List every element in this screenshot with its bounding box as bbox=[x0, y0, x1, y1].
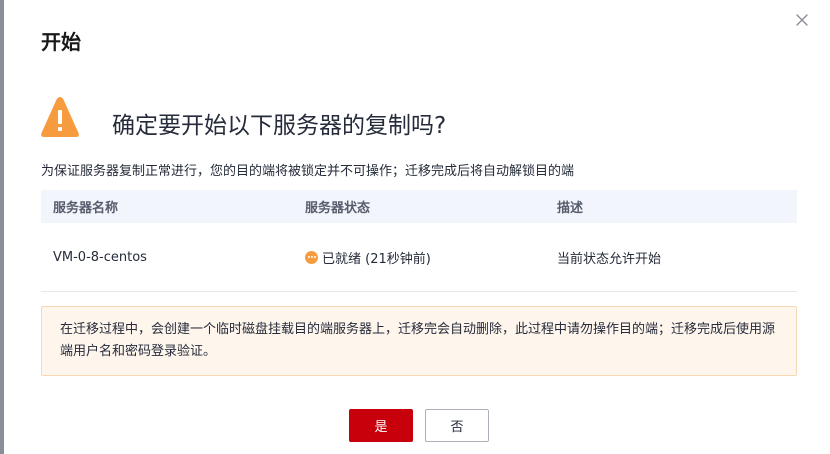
start-replication-dialog: 开始 确定要开始以下服务器的复制吗? 为保证服务器复制正常进行，您的目的端将被锁… bbox=[0, 0, 830, 454]
dialog-title: 开始 bbox=[41, 30, 81, 54]
table-header: 服务器名称 服务器状态 描述 bbox=[41, 190, 797, 223]
column-header-status: 服务器状态 bbox=[305, 201, 371, 216]
background-edge bbox=[0, 0, 4, 454]
status-pending-icon bbox=[305, 250, 318, 264]
close-icon[interactable] bbox=[792, 10, 812, 30]
warning-icon bbox=[40, 95, 80, 139]
lock-notice-text: 为保证服务器复制正常进行，您的目的端将被锁定并不可操作；迁移完成后将自动解锁目的… bbox=[41, 164, 575, 179]
server-table: 服务器名称 服务器状态 描述 VM-0-8-centos 已就绪 (21秒钟前)… bbox=[41, 190, 797, 292]
column-header-name: 服务器名称 bbox=[53, 201, 119, 216]
column-header-description: 描述 bbox=[557, 201, 584, 216]
table-row: VM-0-8-centos 已就绪 (21秒钟前) 当前状态允许开始 bbox=[41, 223, 797, 292]
cancel-button[interactable]: 否 bbox=[425, 409, 489, 442]
confirm-button[interactable]: 是 bbox=[349, 409, 413, 442]
status-text: 已就绪 (21秒钟前) bbox=[322, 251, 431, 267]
server-name-cell: VM-0-8-centos bbox=[53, 249, 147, 265]
confirm-question: 确定要开始以下服务器的复制吗? bbox=[112, 113, 447, 139]
description-cell: 当前状态允许开始 bbox=[557, 251, 662, 267]
migration-notice: 在迁移过程中，会创建一个临时磁盘挂载目的端服务器上，迁移完会自动删除，此过程中请… bbox=[41, 306, 797, 376]
server-status-cell: 已就绪 (21秒钟前) bbox=[293, 248, 545, 267]
